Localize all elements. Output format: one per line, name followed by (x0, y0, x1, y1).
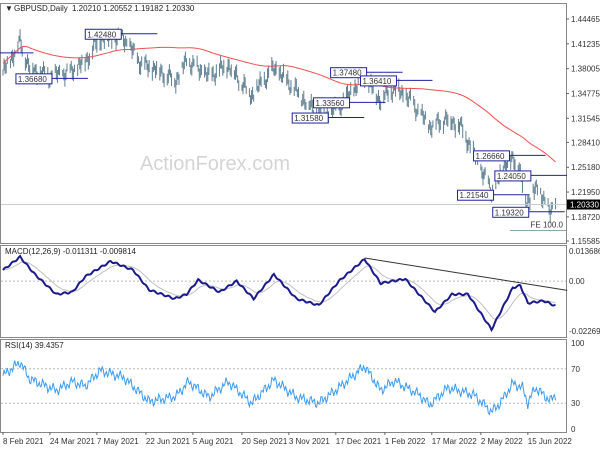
rsi-tick-label: 70 (571, 365, 580, 374)
swing-label-text: 1.42480 (87, 30, 116, 39)
swing-label-text: 1.21540 (460, 191, 489, 200)
macd-tick-label: 0.013686 (569, 247, 600, 256)
swing-label: 1.31580 (291, 112, 365, 124)
rsi-tick-label: 30 (571, 399, 580, 408)
macd-signal-line (2, 261, 556, 320)
date-tick-label: 5 Aug 2021 (193, 437, 234, 446)
price-tick-label: 1.38005 (571, 65, 600, 74)
macd-line (2, 254, 556, 333)
swing-label: 1.36410 (359, 75, 433, 87)
date-tick-label: 15 Jun 2022 (528, 437, 573, 446)
current-price-label: 1.20330 (570, 201, 599, 210)
swing-label-text: 1.36410 (362, 77, 391, 86)
symbol-title: GBPUSD,Daily (14, 4, 68, 13)
price-tick-label: 1.25180 (571, 163, 600, 172)
watermark: ActionForex.com (140, 153, 290, 175)
date-tick-label: 3 Nov 2021 (289, 437, 330, 446)
date-tick-label: 17 Mar 2022 (432, 437, 477, 446)
swing-label: 1.33560 (313, 97, 386, 109)
macd-tick-label: 0.00 (569, 277, 585, 286)
header-arrow-icon[interactable]: ▼ (5, 4, 13, 13)
swing-label: 1.36680 (15, 73, 88, 85)
swing-label-text: 1.37480 (333, 69, 362, 78)
moving-average-line (2, 45, 556, 163)
swing-label-text: 1.19320 (495, 208, 524, 217)
macd-panel-frame (0, 245, 567, 338)
price-tick-label: 1.21950 (571, 188, 600, 197)
swing-label-text: 1.26660 (476, 152, 505, 161)
ohlc-values: 1.20210 1.20552 1.19182 1.20330 (72, 4, 195, 13)
swing-label-text: 1.36680 (18, 75, 47, 84)
date-tick-label: 24 Mar 2021 (50, 437, 95, 446)
date-tick-label: 20 Sep 2021 (242, 437, 288, 446)
date-tick-label: 8 Feb 2021 (3, 437, 44, 446)
price-tick-label: 1.15585 (571, 237, 600, 246)
swing-label: 1.42480 (84, 28, 158, 40)
swing-label-text: 1.31580 (294, 114, 323, 123)
price-tick-label: 1.31545 (571, 114, 600, 123)
price-tick-label: 1.18720 (571, 213, 600, 222)
date-tick-label: 2 May 2022 (481, 437, 523, 446)
swing-label: 1.21540 (457, 189, 530, 201)
swing-label: 1.40000 (0, 52, 34, 54)
macd-trendline (364, 257, 568, 291)
fe-label: FE 100.0 (531, 221, 564, 230)
macd-title: MACD(12,26,9) -0.011311 -0.009814 (5, 247, 136, 256)
date-tick-label: 7 May 2021 (97, 437, 139, 446)
chart-window: ActionForex.com FE 100.0 1.40000 1.36680 1.… (0, 0, 600, 450)
swing-label-text: 1.24050 (497, 172, 526, 181)
rsi-tick-label: 100 (571, 339, 585, 348)
date-tick-label: 17 Dec 2021 (336, 437, 382, 446)
date-tick-label: 22 Jun 2021 (146, 437, 191, 446)
price-tick-label: 1.34775 (571, 89, 600, 98)
swing-label: 1.24050 (494, 170, 567, 182)
price-tick-label: 1.28410 (571, 138, 600, 147)
macd-tick-label: -0.022698 (569, 327, 600, 336)
price-tick-label: 1.44465 (571, 15, 600, 24)
date-tick-label: 1 Feb 2022 (385, 437, 426, 446)
rsi-title: RSI(14) 39.4357 (5, 341, 64, 350)
rsi-tick-label: 0 (571, 425, 576, 434)
swing-label: 1.26660 (473, 150, 546, 162)
swing-label: 1.19320 (492, 206, 565, 218)
swing-label-text: 1.33560 (316, 99, 345, 108)
chart-canvas[interactable]: ActionForex.com FE 100.0 1.40000 1.36680 1.… (0, 0, 600, 450)
price-tick-label: 1.41235 (571, 40, 600, 49)
